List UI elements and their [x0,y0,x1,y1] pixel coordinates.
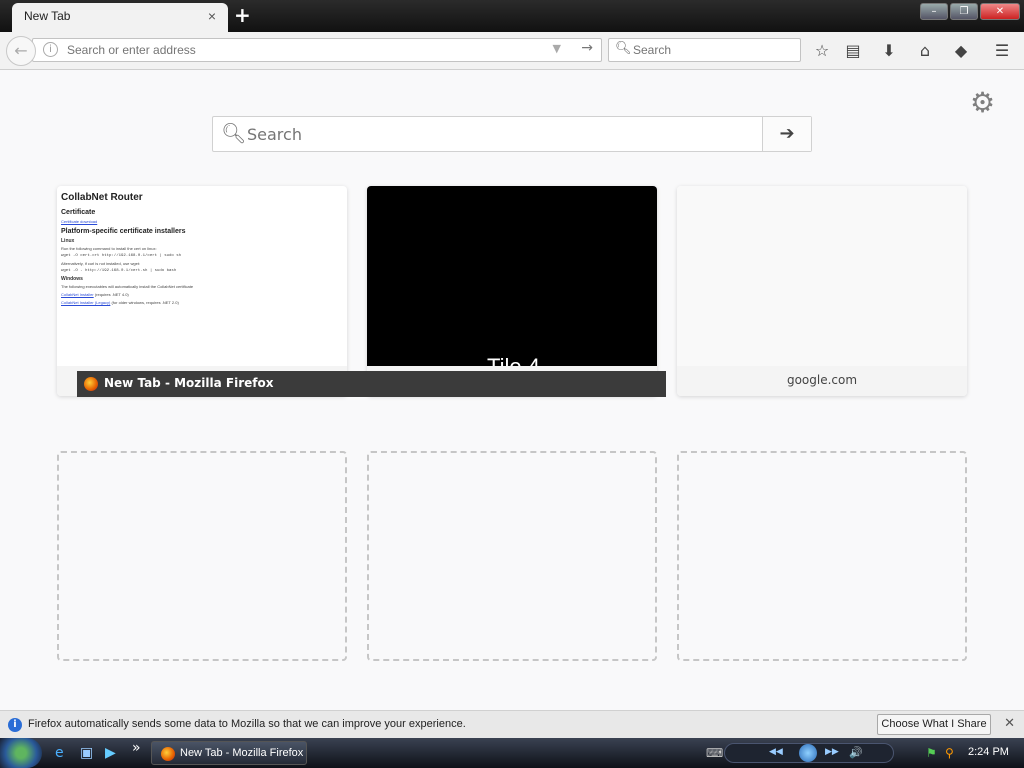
doc-link: Certificate download [61,219,98,224]
notification-close-icon[interactable]: ✕ [1004,716,1015,731]
toolbar-search-input[interactable] [633,43,793,57]
doc-heading: Platform-specific certificate installers [61,228,186,235]
doc-title: CollabNet Router [61,192,143,203]
media-next-icon[interactable]: ▶▶ [825,747,839,757]
top-site-tile-collabnet[interactable]: CollabNet Router Certificate Certificate… [57,186,347,396]
keyboard-icon[interactable]: ⌨ [706,746,723,760]
doc-paragraph: CollabNet Installer (requires .NET 4.0) [61,292,343,297]
doc-paragraph: Alternatively, if curl is not installed,… [61,261,141,266]
home-icon[interactable]: ⌂ [914,40,936,62]
explorer-quicklaunch-icon[interactable]: ▣ [80,745,93,761]
media-player-quicklaunch-icon[interactable]: ▶ [105,745,116,761]
tile-label: google.com [677,366,967,396]
new-tab-button[interactable]: + [234,3,251,27]
doc-link: CollabNet Installer [61,292,94,297]
tile-thumbnail: Tile 4 [367,186,657,379]
choose-what-i-share-button[interactable]: Choose What I Share [877,714,991,735]
newtab-search-input[interactable] [247,125,747,144]
tile-thumbnail [677,186,967,366]
tooltip-text: New Tab - Mozilla Firefox [104,376,274,390]
data-reporting-notification-bar: i Firefox automatically sends some data … [0,710,1024,738]
doc-code: wget -O cert.crt http://192.168.0.1/cert… [61,254,182,258]
clock[interactable]: 2:24 PM [968,746,1009,758]
doc-heading: Certificate [61,209,96,216]
firefox-icon [84,377,98,391]
media-play-icon[interactable] [799,744,817,762]
downloads-icon[interactable]: ⬇ [878,40,900,62]
top-site-tile-2[interactable]: Tile 4 [367,186,657,396]
firefox-icon [161,747,175,761]
tab-title: New Tab [24,9,71,23]
hamburger-menu-icon[interactable]: ☰ [991,40,1013,62]
taskbar: e ▣ ▶ » New Tab - Mozilla Firefox ⌨ ◀◀ ▶… [0,738,1024,768]
tab-close-icon[interactable]: × [208,8,216,24]
pocket-icon[interactable]: ◆ [950,40,972,62]
url-history-dropdown-icon[interactable]: ▼ [553,42,561,55]
empty-tile-placeholder [367,451,657,661]
doc-note: (requires .NET 4.0) [94,292,129,297]
network-icon[interactable]: ⚑ [926,746,937,760]
doc-note: (for older windows, requires .NET 2.0) [111,300,179,305]
newtab-search-submit-button[interactable]: ➔ [762,117,811,151]
restore-button[interactable]: ❐ [950,3,978,20]
doc-link: CollabNet Installer (Legacy) [61,300,111,305]
close-window-button[interactable]: ✕ [980,3,1020,20]
window-controls: – ❐ ✕ [920,3,1020,20]
doc-paragraph: The following executables will automatic… [61,284,194,289]
newtab-search-box[interactable]: 🔍︎ ➔ [212,116,812,152]
notification-message: Firefox automatically sends some data to… [28,718,466,730]
go-arrow-icon[interactable]: → [581,40,593,56]
back-button[interactable]: ← [6,36,36,66]
search-icon: 🔍︎ [221,121,247,145]
tile-thumbnail: CollabNet Router Certificate Certificate… [57,186,347,366]
search-tray-icon[interactable]: ⚲ [945,746,954,760]
bookmark-star-icon[interactable]: ☆ [811,40,833,62]
toolbar-search-bar[interactable]: 🔍︎ [608,38,801,62]
doc-subheading: Linux [61,238,75,244]
taskbar-button-label: New Tab - Mozilla Firefox [180,747,304,759]
doc-subheading: Windows [61,276,83,282]
media-volume-icon[interactable]: 🔊 [849,746,863,759]
settings-gear-icon[interactable]: ⚙ [970,86,995,119]
title-bar: New Tab × + – ❐ ✕ [0,0,1024,32]
taskbar-button-firefox[interactable]: New Tab - Mozilla Firefox [151,741,307,765]
media-prev-icon[interactable]: ◀◀ [769,747,783,757]
doc-code: wget -O - http://192.168.0.1/cert.sh | s… [61,269,177,273]
ie-quicklaunch-icon[interactable]: e [55,745,64,761]
minimize-button[interactable]: – [920,3,948,20]
media-player-mini[interactable]: ◀◀ ▶▶ 🔊 [724,743,894,763]
empty-tile-placeholder [677,451,967,661]
quicklaunch-more-icon[interactable]: » [132,740,141,756]
tab-new-tab[interactable]: New Tab × [12,3,228,32]
doc-paragraph: Run the following command to install the… [61,246,157,251]
tooltip: New Tab - Mozilla Firefox [77,371,666,397]
doc-paragraph: CollabNet Installer (Legacy) (for older … [61,300,343,305]
empty-tile-placeholder [57,451,347,661]
bookmarks-library-icon[interactable]: ▤ [842,40,864,62]
navigation-toolbar: i ▼ → ← 🔍︎ ☆ ▤ ⬇ ⌂ ◆ ☰ [0,32,1024,70]
url-input[interactable] [67,42,537,58]
search-icon: 🔍︎ [615,41,632,56]
start-button[interactable] [0,738,42,768]
url-bar[interactable]: i ▼ → [32,38,602,62]
top-site-tile-google[interactable]: google.com [677,186,967,396]
info-icon: i [8,718,22,732]
site-info-icon[interactable]: i [43,42,58,57]
